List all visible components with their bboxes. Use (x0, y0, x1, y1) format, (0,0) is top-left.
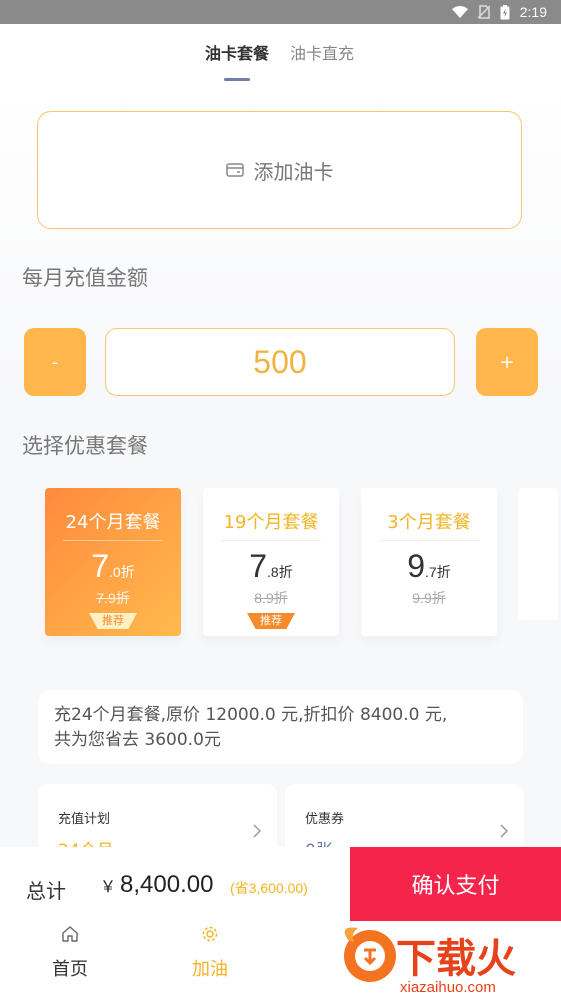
status-icons: 2:19 (451, 4, 547, 20)
recharge-plan-label: 充值计划 (58, 812, 111, 827)
tab-fuel-card-package[interactable]: 油卡套餐 (205, 40, 269, 64)
package-discount: 9.7折 (361, 548, 497, 585)
decrease-amount-button[interactable]: - (24, 328, 86, 396)
package-card-19-months[interactable]: 19个月套餐 7.8折 8.9折 推荐 (203, 488, 339, 636)
svg-text:xiazaihuo.com: xiazaihuo.com (400, 979, 496, 996)
xiazaihuo-watermark-logo: 下载火 xiazaihuo.com (344, 927, 516, 996)
discount-integer: 7 (91, 548, 110, 584)
divider (63, 540, 163, 541)
package-card-3-months[interactable]: 3个月套餐 9.7折 9.9折 (361, 488, 497, 636)
increase-amount-button[interactable]: + (476, 328, 538, 396)
nav-label-home: 首页 (52, 959, 88, 980)
divider (221, 540, 321, 541)
recommend-badge: 推荐 (89, 613, 137, 629)
gear-icon (202, 926, 218, 942)
coupon-label: 优惠券 (305, 812, 345, 827)
divider (379, 540, 479, 541)
discount-decimal: .7折 (425, 564, 451, 580)
battery-charging-icon (500, 4, 510, 19)
active-tab-indicator (224, 78, 250, 81)
nav-item-home[interactable]: 首页 (30, 925, 110, 981)
package-card-partial[interactable] (518, 488, 558, 620)
no-sim-icon (477, 5, 490, 19)
summary-line-1: 充24个月套餐,原价 12000.0 元,折扣价 8400.0 元, (54, 705, 448, 725)
currency-symbol: ￥ (100, 879, 117, 896)
discount-integer: 9 (407, 548, 426, 584)
package-name: 24个月套餐 (65, 512, 161, 533)
nav-item-refuel[interactable]: 加油 (170, 925, 250, 981)
tab-fuel-card-direct-recharge[interactable]: 油卡直充 (290, 40, 354, 64)
card-icon (225, 163, 244, 177)
package-name: 3个月套餐 (387, 512, 471, 533)
package-carousel[interactable]: 24个月套餐 7.0折 7.9折 推荐 19个月套餐 7.8折 8.9折 推荐 … (0, 488, 561, 648)
package-discount: 7.0折 (45, 548, 181, 585)
wifi-icon (451, 6, 468, 18)
total-value: 8,400.00 (120, 871, 214, 898)
top-tabs: 油卡套餐 油卡直充 (0, 24, 561, 84)
original-discount: 8.9折 (254, 590, 288, 606)
discount-integer: 7 (249, 548, 268, 584)
add-fuel-card-label: 添加油卡 (253, 159, 334, 184)
package-summary: 充24个月套餐,原价 12000.0 元,折扣价 8400.0 元, 共为您省去… (38, 690, 523, 764)
package-section-title: 选择优惠套餐 (22, 434, 148, 458)
original-discount: 7.9折 (96, 590, 130, 606)
summary-line-2: 共为您省去 3600.0元 (54, 730, 221, 750)
discount-decimal: .8折 (267, 564, 293, 580)
chevron-right-icon (253, 824, 261, 838)
status-bar: 2:19 (0, 0, 561, 24)
discount-decimal: .0折 (109, 564, 135, 580)
package-discount: 7.8折 (203, 548, 339, 585)
nav-label-refuel: 加油 (192, 959, 228, 980)
total-label: 总计 (26, 879, 66, 903)
package-card-24-months[interactable]: 24个月套餐 7.0折 7.9折 推荐 (45, 488, 181, 636)
recommend-badge: 推荐 (247, 613, 295, 629)
total-amount: ￥ 8,400.00 (100, 871, 213, 899)
chevron-right-icon (500, 824, 508, 838)
amount-input[interactable]: 500 (105, 328, 455, 396)
monthly-amount-title: 每月充值金额 (22, 266, 148, 290)
status-time: 2:19 (519, 4, 547, 20)
original-discount: 9.9折 (412, 590, 446, 606)
saved-amount: (省3,600.00) (230, 880, 308, 896)
svg-text:下载火: 下载火 (396, 936, 516, 982)
home-icon (62, 926, 78, 942)
package-name: 19个月套餐 (223, 512, 319, 533)
add-fuel-card-button[interactable]: 添加油卡 (37, 111, 522, 229)
confirm-payment-button[interactable]: 确认支付 (350, 847, 561, 921)
